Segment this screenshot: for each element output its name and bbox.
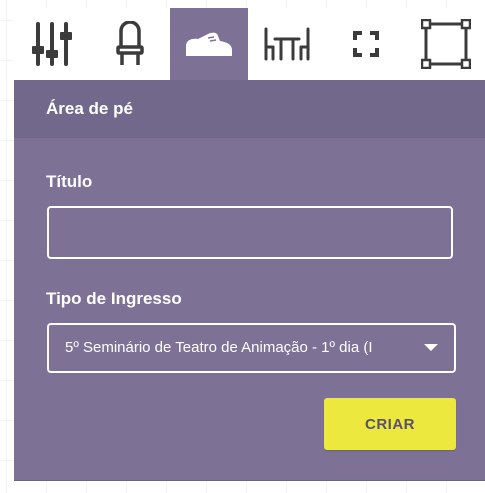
standing-area-panel: Área de pé Título Tipo de Ingresso 5º Se… xyxy=(14,80,485,481)
titulo-input[interactable] xyxy=(47,206,453,259)
tipo-ingresso-select[interactable]: 5º Seminário de Teatro de Animação - 1º … xyxy=(47,323,456,373)
tool-focus[interactable] xyxy=(326,8,406,80)
selection-box-icon xyxy=(420,19,471,69)
tipo-ingresso-selected: 5º Seminário de Teatro de Animação - 1º … xyxy=(65,339,373,356)
tool-sliders[interactable] xyxy=(14,8,90,80)
shoe-icon xyxy=(184,30,234,58)
tool-selection[interactable] xyxy=(406,8,485,80)
focus-frame-icon xyxy=(353,31,379,57)
titulo-label: Título xyxy=(46,172,93,191)
tool-table[interactable] xyxy=(248,8,326,80)
sliders-icon xyxy=(30,20,74,68)
criar-button[interactable]: CRIAR xyxy=(324,398,456,450)
chair-icon xyxy=(115,21,145,67)
table-chairs-icon xyxy=(263,27,311,61)
caret-down-icon xyxy=(424,344,438,351)
tool-standing-area[interactable] xyxy=(170,8,248,80)
toolbar xyxy=(14,8,485,80)
tool-chair[interactable] xyxy=(90,8,170,80)
panel-title: Área de pé xyxy=(46,99,133,118)
panel-header: Área de pé xyxy=(14,80,485,138)
tipo-ingresso-label: Tipo de Ingresso xyxy=(46,289,182,308)
